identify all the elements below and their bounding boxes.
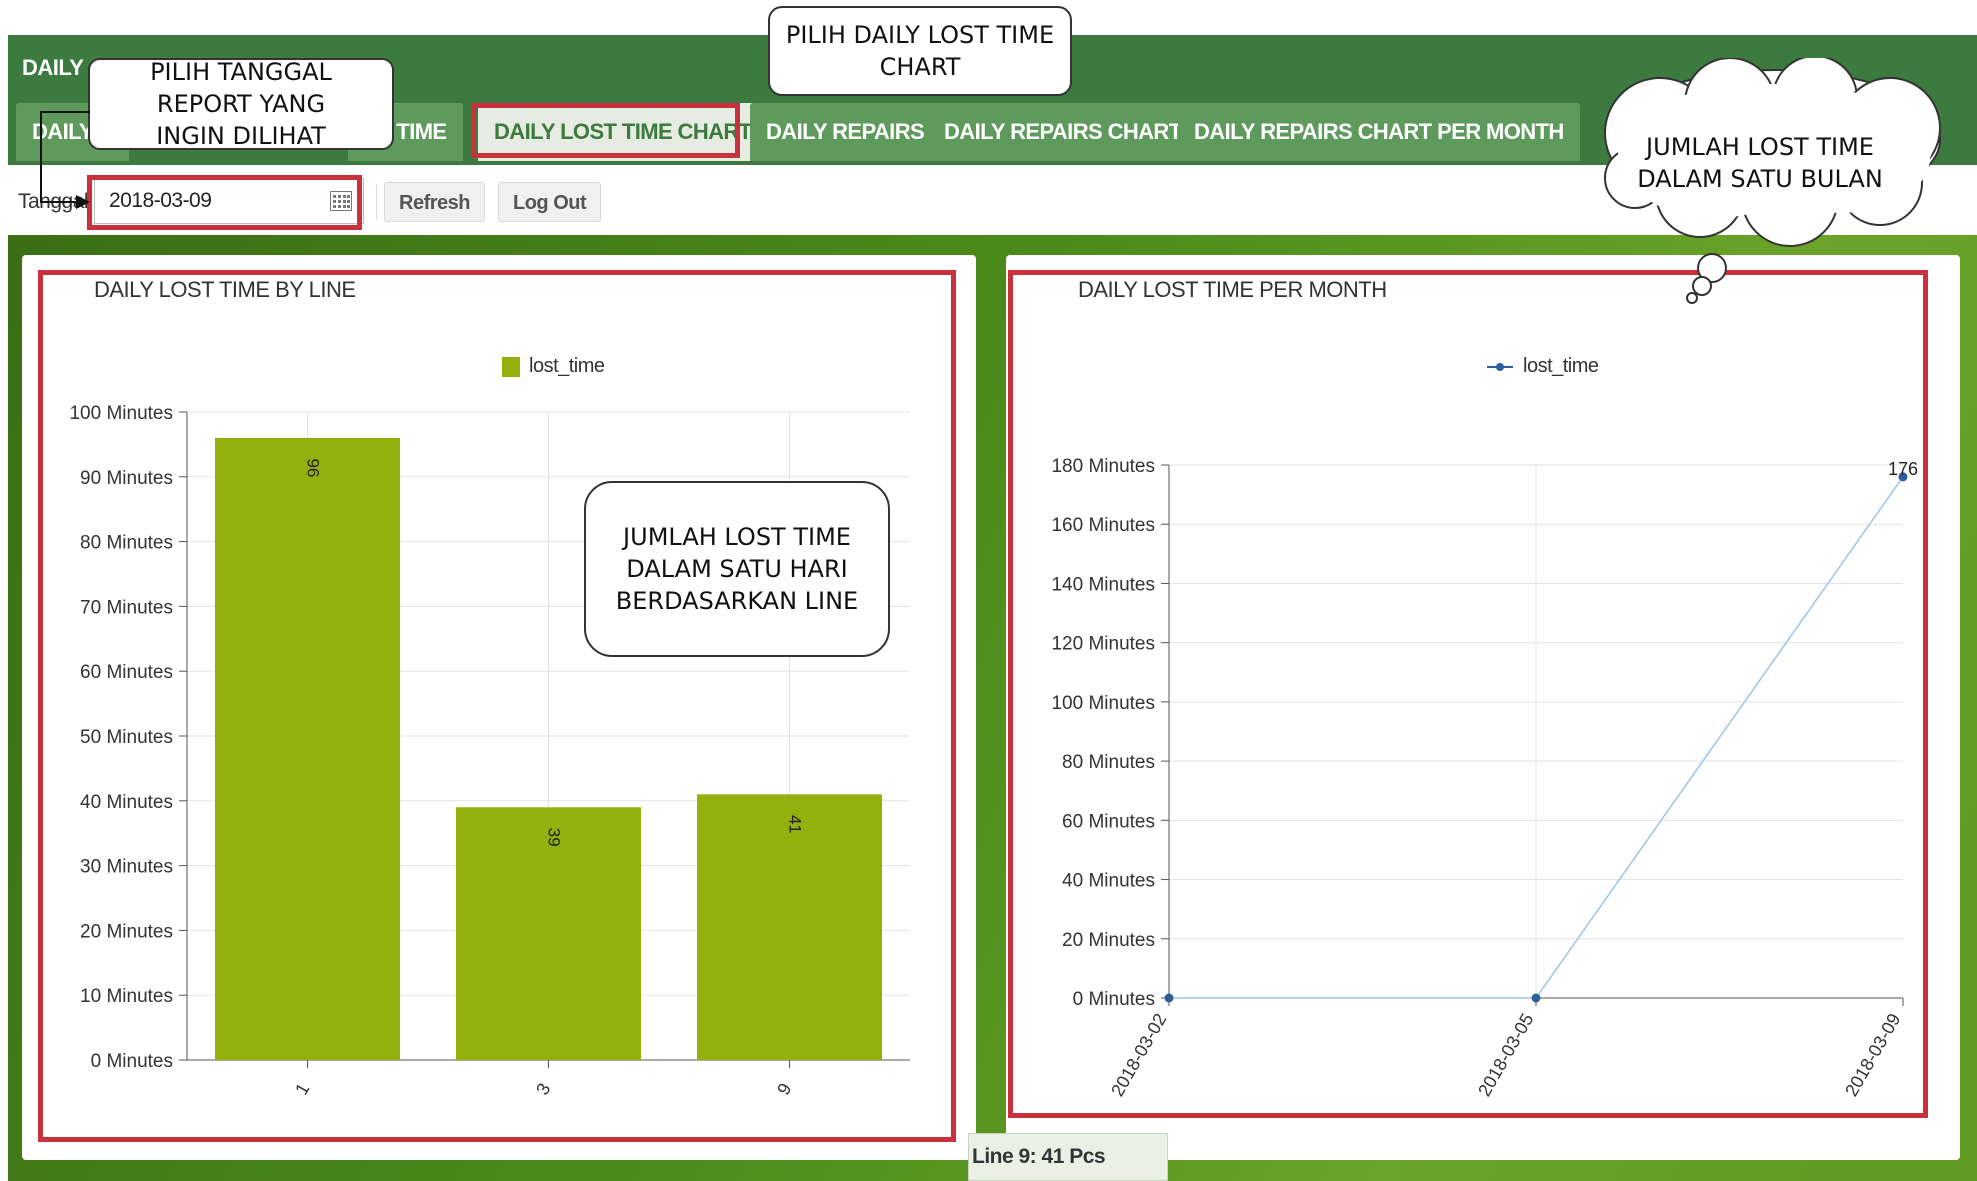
line-chart-grid: [1169, 464, 1903, 999]
y-tick-label: 40 Minutes: [80, 792, 173, 813]
y-tick-label: 80 Minutes: [80, 533, 173, 554]
y-tick-label: 60 Minutes: [80, 662, 173, 683]
x-tick-label: 3: [532, 1080, 554, 1099]
tab-daily-repairs[interactable]: DAILY REPAIRS: [750, 103, 941, 161]
y-tick-label: 10 Minutes: [80, 986, 173, 1007]
x-tick-label: 2018-03-09: [1841, 1010, 1904, 1100]
y-tick-label: 90 Minutes: [80, 468, 173, 489]
y-tick-label: 50 Minutes: [80, 727, 173, 748]
y-tick-label: 60 Minutes: [1062, 811, 1155, 832]
y-tick-label: 80 Minutes: [1062, 752, 1155, 773]
data-label: 176: [1888, 459, 1918, 479]
y-tick-label: 160 Minutes: [1051, 515, 1155, 536]
y-tick-label: 20 Minutes: [80, 921, 173, 942]
y-tick-label: 40 Minutes: [1062, 871, 1155, 892]
callout-pick-chart: PILIH DAILY LOST TIME CHART: [768, 6, 1072, 96]
y-tick-label: 20 Minutes: [1062, 930, 1155, 951]
bar-data-label: 96: [304, 458, 323, 477]
x-tick-label: 1: [291, 1080, 313, 1099]
callout-monthly-total: JUMLAH LOST TIME DALAM SATU BULAN: [1637, 133, 1883, 193]
tab-daily-repairs-chart[interactable]: DAILY REPAIRS CHART: [928, 103, 1198, 161]
y-tick-label: 180 Minutes: [1051, 456, 1155, 477]
y-tick-label: 30 Minutes: [80, 857, 173, 878]
y-tick-label: 140 Minutes: [1051, 574, 1155, 595]
callout-pick-date: PILIH TANGGAL REPORT YANG INGIN DILIHAT: [88, 58, 394, 150]
date-input[interactable]: [94, 178, 364, 224]
callout-daily-by-line: JUMLAH LOST TIME DALAM SATU HARI BERDASA…: [584, 481, 890, 657]
y-tick-label: 100 Minutes: [1051, 693, 1155, 714]
x-tick-label: 2018-03-05: [1474, 1010, 1537, 1100]
bar-1: [215, 437, 400, 1060]
status-bar: Line 9: 41 Pcs: [968, 1133, 1168, 1181]
calendar-icon[interactable]: [330, 191, 352, 211]
y-tick-label: 0 Minutes: [1073, 989, 1155, 1010]
tab-daily-lost-time-chart[interactable]: DAILY LOST TIME CHART: [478, 103, 768, 161]
y-tick-label: 100 Minutes: [69, 403, 173, 424]
y-tick-label: 70 Minutes: [80, 597, 173, 618]
arrow-to-date-icon: [40, 111, 90, 209]
line-chart: 0 Minutes 20 Minutes 40 Minutes 60 Minutes 8…: [1051, 456, 1918, 1100]
bar-data-label: 41: [786, 815, 805, 834]
toolbar-separator: [376, 184, 377, 220]
toolbar-separator: [484, 184, 485, 220]
y-tick-label: 0 Minutes: [91, 1051, 173, 1072]
tab-daily-repairs-chart-per-month[interactable]: DAILY REPAIRS CHART PER MONTH: [1178, 103, 1580, 161]
bar-chart: 0 Minutes 10 Minutes 20 Minutes 30 Minutes 4…: [69, 403, 910, 1099]
logout-button[interactable]: Log Out: [498, 182, 602, 222]
x-tick-label: 2018-03-02: [1107, 1010, 1170, 1100]
x-tick-label: 9: [773, 1080, 795, 1099]
refresh-button[interactable]: Refresh: [384, 182, 485, 222]
bar-9: [697, 794, 882, 1060]
bar-data-label: 39: [545, 828, 564, 847]
line-chart-panel: DAILY LOST TIME PER MONTH lost_time 0 Mi…: [1006, 255, 1960, 1160]
y-tick-label: 120 Minutes: [1051, 634, 1155, 655]
bar-chart-panel: DAILY LOST TIME BY LINE lost_time 0 Minu…: [22, 255, 976, 1160]
